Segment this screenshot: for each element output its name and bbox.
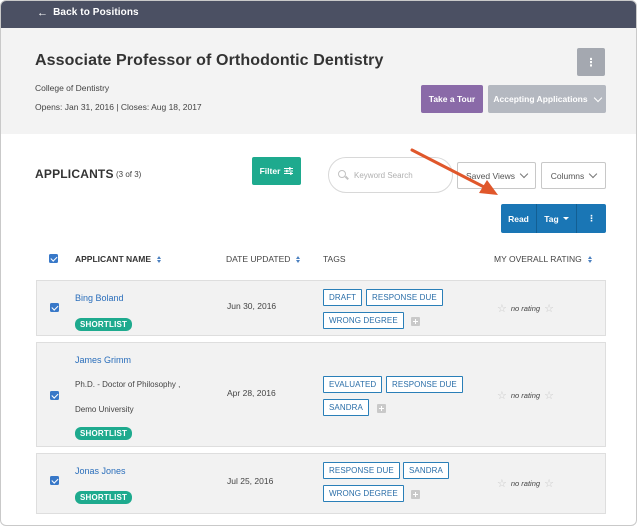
tag-chip[interactable]: SANDRA [323,399,369,416]
tag-chip[interactable]: EVALUATED [323,376,383,393]
applicant-name-link[interactable]: Bing Boland [75,293,124,303]
star-icon[interactable]: ☆ [544,389,554,402]
add-tag-icon[interactable] [377,404,386,413]
select-all-checkbox[interactable] [49,254,58,263]
row-checkbox[interactable] [50,476,59,485]
column-header-name-label: APPLICANT NAME [75,254,152,264]
applicant-name-link[interactable]: James Grimm [75,355,131,365]
chevron-down-icon [593,93,602,102]
columns-label: Columns [550,170,585,181]
annotation-arrow [410,148,498,195]
more-vertical-icon: ⋮ [587,213,596,223]
sort-icon [587,255,592,263]
applicants-heading: APPLICANTS [35,167,114,181]
chevron-down-icon [589,169,598,179]
applicant-degree: Ph.D. - Doctor of Philosophy , [75,380,181,389]
arrow-left-icon: ← [37,6,49,19]
column-header-date[interactable]: DATE UPDATED [226,254,301,264]
star-icon[interactable]: ☆ [544,302,554,315]
star-icon[interactable]: ☆ [497,477,507,490]
add-tag-icon[interactable] [411,490,420,499]
read-button[interactable]: Read [501,204,537,233]
star-icon[interactable]: ☆ [497,389,507,402]
table-row: Bing Boland SHORTLIST Jun 30, 2016 DRAFT… [36,280,606,336]
tag-chip[interactable]: RESPONSE DUE [323,462,400,479]
applicants-count: (3 of 3) [116,170,142,179]
back-link-label: Back to Positions [53,7,139,18]
rating-value: no rating [510,391,541,400]
shortlist-badge: SHORTLIST [75,318,133,331]
star-icon[interactable]: ☆ [544,477,554,490]
column-header-date-label: DATE UPDATED [226,254,291,264]
tag-chip[interactable]: WRONG DEGREE [323,485,404,502]
tag-chip[interactable]: WRONG DEGREE [323,312,404,329]
take-a-tour-button[interactable]: Take a Tour [421,85,483,113]
sort-icon [157,255,162,263]
filter-button[interactable]: Filter [252,157,301,185]
tag-chip[interactable]: RESPONSE DUE [366,289,443,306]
bulk-more-button[interactable]: ⋮ [577,204,606,233]
add-tag-icon[interactable] [411,317,420,326]
shortlist-badge: SHORTLIST [75,491,133,504]
sliders-icon [284,167,294,175]
position-more-button[interactable]: ⋮ [577,48,605,76]
tour-button-label: Take a Tour [428,94,476,104]
chevron-down-icon [519,169,529,179]
date-updated: Jul 25, 2016 [227,476,274,486]
college-name: College of Dentistry [35,83,110,93]
applicant-name-link[interactable]: Jonas Jones [75,466,126,476]
caret-down-icon [562,217,569,220]
column-header-tags-label: TAGS [323,254,346,264]
position-header: Associate Professor of Orthodontic Denti… [1,28,636,134]
tag-dropdown-button[interactable]: Tag [537,204,577,233]
bulk-action-group: Read Tag ⋮ [501,204,606,233]
application-status-dropdown[interactable]: Accepting Applications [488,85,606,113]
column-header-rating[interactable]: MY OVERALL RATING [494,254,592,264]
column-header-rating-label: MY OVERALL RATING [494,254,582,264]
rating-value: no rating [510,304,541,313]
row-checkbox[interactable] [50,303,59,312]
column-header-name[interactable]: APPLICANT NAME [75,254,162,264]
rating-control: ☆ no rating ☆ [497,389,554,402]
row-checkbox[interactable] [50,391,59,400]
date-updated: Apr 28, 2016 [227,388,276,398]
table-row: James Grimm Ph.D. - Doctor of Philosophy… [36,342,606,447]
more-vertical-icon: ⋮ [585,56,597,69]
status-dropdown-label: Accepting Applications [493,94,588,104]
table-row: Jonas Jones SHORTLIST Jul 25, 2016 RESPO… [36,453,606,514]
columns-dropdown[interactable]: Columns [541,162,606,189]
tag-chip[interactable]: DRAFT [323,289,363,306]
sort-icon [296,255,301,263]
date-updated: Jun 30, 2016 [227,301,277,311]
tag-button-label: Tag [544,213,559,224]
back-to-positions-link[interactable]: ← Back to Positions [37,7,139,18]
app-window: ← Back to Positions Associate Professor … [0,0,637,526]
search-icon [338,170,348,180]
position-dates: Opens: Jan 31, 2016 | Closes: Aug 18, 20… [35,102,202,112]
page-title: Associate Professor of Orthodontic Denti… [35,52,384,69]
rating-value: no rating [510,479,541,488]
applicant-school: Demo University [75,405,134,414]
tag-chip[interactable]: SANDRA [403,462,449,479]
column-header-tags: TAGS [323,254,346,264]
shortlist-badge: SHORTLIST [75,427,133,440]
star-icon[interactable]: ☆ [497,302,507,315]
read-button-label: Read [508,213,529,224]
filter-button-label: Filter [259,166,281,176]
rating-control: ☆ no rating ☆ [497,477,554,490]
rating-control: ☆ no rating ☆ [497,302,554,315]
tag-chip[interactable]: RESPONSE DUE [386,376,463,393]
top-nav-bar: ← Back to Positions [1,1,636,28]
